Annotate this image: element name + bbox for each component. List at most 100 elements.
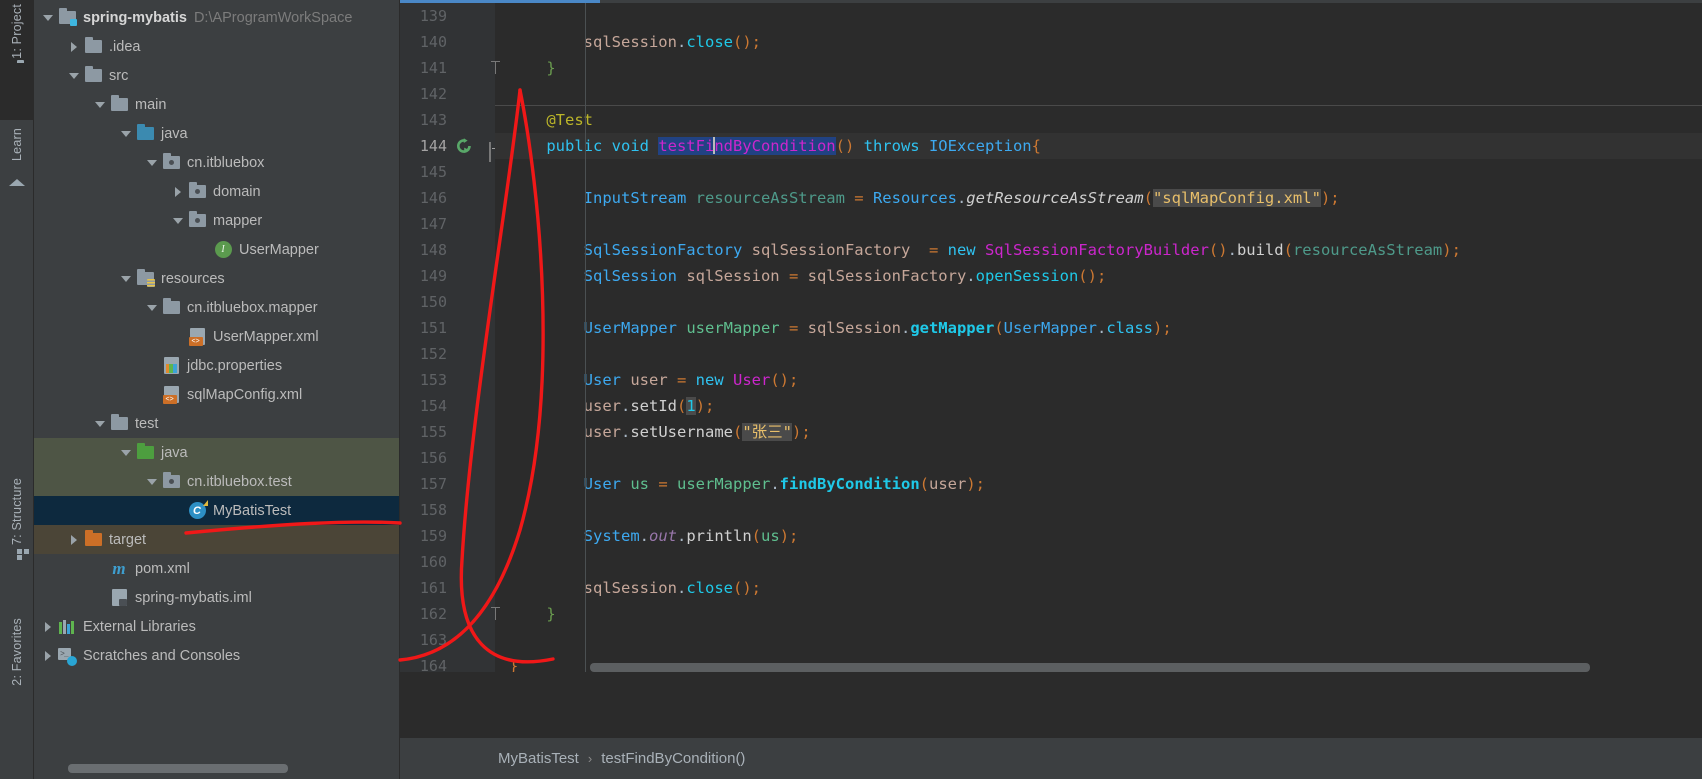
chevron-right-icon[interactable]: [66, 525, 82, 554]
line-number-149[interactable]: 149: [400, 263, 495, 289]
line-number-160[interactable]: 160: [400, 549, 495, 575]
fold-end-icon[interactable]: [478, 61, 491, 74]
tree-row-pom-xml[interactable]: m pom.xml: [34, 554, 399, 583]
breadcrumb[interactable]: MyBatisTest › testFindByCondition(): [400, 738, 1702, 779]
line-number-148[interactable]: 148: [400, 237, 495, 263]
code-line-163[interactable]: [495, 627, 1702, 653]
line-number-150[interactable]: 150: [400, 289, 495, 315]
tree-row-main[interactable]: main: [34, 90, 399, 119]
tree-row--idea[interactable]: .idea: [34, 32, 399, 61]
line-number-161[interactable]: 161: [400, 575, 495, 601]
chevron-down-icon[interactable]: [144, 148, 160, 177]
chevron-down-icon[interactable]: [170, 206, 186, 235]
breadcrumb-method[interactable]: testFindByCondition(): [601, 750, 745, 767]
code-line-162[interactable]: }: [495, 601, 1702, 627]
line-number-141[interactable]: 141: [400, 55, 495, 81]
code-line-160[interactable]: [495, 549, 1702, 575]
code-line-146[interactable]: InputStream resourceAsStream = Resources…: [495, 185, 1702, 211]
code-line-156[interactable]: [495, 445, 1702, 471]
line-number-152[interactable]: 152: [400, 341, 495, 367]
fold-end-icon[interactable]: [478, 607, 491, 620]
tree-row-src[interactable]: src: [34, 61, 399, 90]
sidebar-item-learn[interactable]: Learn: [0, 128, 34, 218]
editor-gutter[interactable]: 139 140 141 142 143 144 145 146 147 148 149 150 151 1…: [400, 3, 495, 675]
tree-row-java[interactable]: java: [34, 438, 399, 467]
tree-row-sqlmapconfig-xml[interactable]: sqlMapConfig.xml: [34, 380, 399, 409]
line-number-139[interactable]: 139: [400, 3, 495, 29]
code-line-145[interactable]: [495, 159, 1702, 185]
sidebar-item-favorites[interactable]: 2: Favorites: [0, 618, 34, 738]
chevron-right-icon[interactable]: [66, 32, 82, 61]
code-line-150[interactable]: [495, 289, 1702, 315]
line-number-143[interactable]: 143: [400, 107, 495, 133]
line-number-144[interactable]: 144: [400, 133, 495, 162]
chevron-down-icon[interactable]: [118, 438, 134, 467]
line-number-155[interactable]: 155: [400, 419, 495, 445]
chevron-down-icon[interactable]: [118, 119, 134, 148]
tree-row-mybatistest[interactable]: C MyBatisTest: [34, 496, 399, 525]
code-line-144[interactable]: public void testFindByCondition() throws…: [495, 133, 1702, 159]
code-line-151[interactable]: UserMapper userMapper = sqlSession.getMa…: [495, 315, 1702, 341]
chevron-right-icon[interactable]: [40, 612, 56, 641]
tree-row-mapper[interactable]: mapper: [34, 206, 399, 235]
project-panel-hscrollbar[interactable]: [68, 764, 288, 773]
line-number-145[interactable]: 145: [400, 159, 495, 185]
tree-row-usermapper-xml[interactable]: UserMapper.xml: [34, 322, 399, 351]
chevron-right-icon[interactable]: [40, 641, 56, 670]
line-number-147[interactable]: 147: [400, 211, 495, 237]
code-line-155[interactable]: user.setUsername("张三");: [495, 419, 1702, 445]
line-number-146[interactable]: 146: [400, 185, 495, 211]
code-line-140[interactable]: sqlSession.close();: [495, 29, 1702, 55]
chevron-down-icon[interactable]: [92, 90, 108, 119]
line-number-153[interactable]: 153: [400, 367, 495, 393]
code-line-139[interactable]: [495, 3, 1702, 29]
code-line-157[interactable]: User us = userMapper.findByCondition(use…: [495, 471, 1702, 497]
code-line-142[interactable]: [495, 81, 1702, 107]
tree-row-usermapper[interactable]: I UserMapper: [34, 235, 399, 264]
chevron-down-icon[interactable]: [40, 3, 56, 32]
line-number-142[interactable]: 142: [400, 81, 495, 107]
line-number-158[interactable]: 158: [400, 497, 495, 523]
chevron-down-icon[interactable]: [144, 293, 160, 322]
project-tree[interactable]: spring-mybatis D:\AProgramWorkSpace .ide…: [34, 0, 399, 670]
code-line-149[interactable]: SqlSession sqlSession = sqlSessionFactor…: [495, 263, 1702, 289]
sidebar-item-project[interactable]: 1: Project: [0, 0, 34, 120]
code-line-161[interactable]: sqlSession.close();: [495, 575, 1702, 601]
tree-row-target[interactable]: target: [34, 525, 399, 554]
code-line-148[interactable]: SqlSessionFactory sqlSessionFactory = ne…: [495, 237, 1702, 263]
run-test-icon[interactable]: [455, 137, 473, 155]
tree-row-external-libraries[interactable]: External Libraries: [34, 612, 399, 641]
tree-row-java[interactable]: java: [34, 119, 399, 148]
tree-row-root[interactable]: spring-mybatis D:\AProgramWorkSpace: [34, 3, 399, 32]
code-line-141[interactable]: }: [495, 55, 1702, 81]
tree-row-cn-itbluebox-mapper[interactable]: cn.itbluebox.mapper: [34, 293, 399, 322]
tree-row-scratches-and-consoles[interactable]: >_ Scratches and Consoles: [34, 641, 399, 670]
line-number-162[interactable]: 162: [400, 601, 495, 627]
line-number-140[interactable]: 140: [400, 29, 495, 55]
tree-row-cn-itbluebox[interactable]: cn.itbluebox: [34, 148, 399, 177]
chevron-down-icon[interactable]: [118, 264, 134, 293]
code-line-159[interactable]: System.out.println(us);: [495, 523, 1702, 549]
code-line-147[interactable]: [495, 211, 1702, 237]
fold-collapse-icon[interactable]: [478, 139, 491, 162]
line-number-163[interactable]: 163: [400, 627, 495, 653]
chevron-right-icon[interactable]: [170, 177, 186, 206]
line-number-157[interactable]: 157: [400, 471, 495, 497]
tree-row-spring-mybatis-iml[interactable]: spring-mybatis.iml: [34, 583, 399, 612]
code-line-152[interactable]: [495, 341, 1702, 367]
editor-hscrollbar[interactable]: [590, 663, 1590, 672]
sidebar-item-structure[interactable]: 7: Structure: [0, 478, 34, 598]
tree-row-test[interactable]: test: [34, 409, 399, 438]
tree-row-resources[interactable]: resources: [34, 264, 399, 293]
chevron-down-icon[interactable]: [144, 467, 160, 496]
chevron-down-icon[interactable]: [66, 61, 82, 90]
tree-row-cn-itbluebox-test[interactable]: cn.itbluebox.test: [34, 467, 399, 496]
tree-row-domain[interactable]: domain: [34, 177, 399, 206]
line-number-154[interactable]: 154: [400, 393, 495, 419]
line-number-164[interactable]: 164: [400, 653, 495, 679]
code-line-143[interactable]: @Test: [495, 107, 1702, 133]
line-number-156[interactable]: 156: [400, 445, 495, 471]
code-area[interactable]: sqlSession.close(); } @Test public void …: [495, 3, 1702, 672]
breadcrumb-class[interactable]: MyBatisTest: [498, 750, 579, 767]
line-number-151[interactable]: 151: [400, 315, 495, 341]
